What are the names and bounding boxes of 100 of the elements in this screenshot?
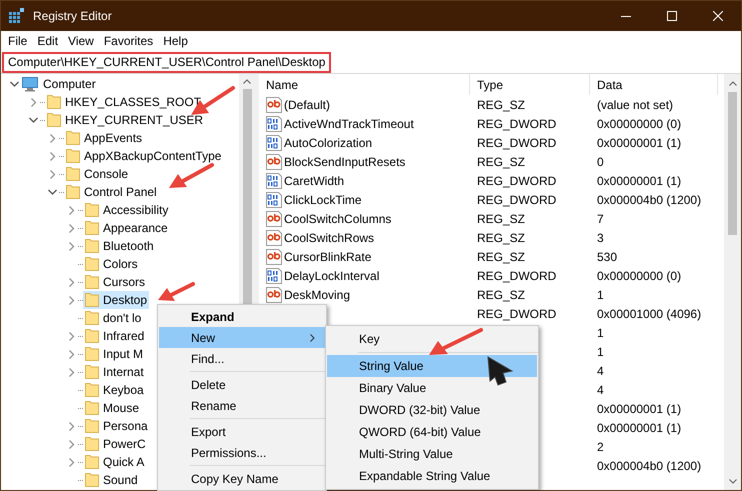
collapse-chevron-icon[interactable] — [28, 116, 38, 124]
menu-item[interactable]: Copy Key Name — [159, 468, 325, 489]
menu-item[interactable]: Expandable String Value — [327, 465, 537, 487]
value-name[interactable]: CoolSwitchColumns — [284, 210, 392, 228]
value-name[interactable]: BlockSendInputResets — [284, 152, 406, 170]
binary-value-icon — [266, 192, 282, 208]
value-name[interactable]: CursorBlinkRate — [284, 248, 372, 266]
tree-item[interactable]: Cursors — [83, 273, 148, 291]
menu-item[interactable]: Export — [159, 421, 325, 442]
menu-item[interactable]: Delete — [159, 374, 325, 395]
tree-item[interactable]: AppXBackupContentType — [64, 147, 224, 165]
menu-item[interactable]: Favorites — [98, 32, 158, 50]
tree-item[interactable]: Accessibility — [83, 201, 170, 219]
value-name[interactable]: DeskMoving — [284, 286, 350, 304]
menu-item[interactable]: Help — [158, 32, 193, 50]
value-name[interactable]: DelayLockInterval — [284, 266, 380, 284]
menu-item[interactable]: DWORD (32-bit) Value — [327, 399, 537, 421]
tree-item[interactable]: HKEY_CLASSES_ROOT — [45, 93, 204, 111]
tree-item[interactable]: PowerC — [83, 435, 148, 453]
collapse-chevron-icon[interactable] — [10, 80, 18, 88]
folder-icon — [46, 94, 62, 110]
menu-item[interactable]: Key — [327, 328, 537, 350]
value-data: 0x00000001 (1) — [597, 420, 682, 434]
scroll-up-icon[interactable] — [243, 79, 251, 84]
scrollbar[interactable] — [724, 74, 741, 490]
menu-item[interactable]: QWORD (64-bit) Value — [327, 421, 537, 443]
expand-chevron-icon[interactable] — [48, 170, 56, 178]
binary-value-icon — [266, 172, 282, 188]
tree-item[interactable]: don't lo — [83, 309, 144, 327]
menu-item[interactable]: Edit — [32, 32, 64, 50]
expand-chevron-icon[interactable] — [66, 440, 76, 448]
scroll-up-icon[interactable] — [728, 81, 736, 86]
tree-item[interactable]: Quick A — [83, 453, 146, 471]
folder-icon — [84, 202, 100, 218]
expand-chevron-icon[interactable] — [66, 332, 76, 340]
expand-chevron-icon[interactable] — [66, 296, 76, 304]
tree-item[interactable]: AppEvents — [64, 129, 144, 147]
tree-item[interactable]: Colors — [83, 255, 140, 273]
tree-item[interactable]: Control Panel — [64, 183, 159, 201]
value-name[interactable]: CaretWidth — [284, 172, 344, 190]
menu-item[interactable]: Permissions... — [159, 442, 325, 463]
tree-item[interactable]: Appearance — [83, 219, 170, 237]
tree-item[interactable]: Bluetooth — [83, 237, 156, 255]
address-bar[interactable]: Computer\HKEY_CURRENT_USER\Control Panel\Desktop — [2, 52, 332, 72]
tree-item[interactable]: Sound — [83, 471, 140, 489]
folder-icon — [84, 292, 100, 308]
value-type: REG_SZ — [477, 230, 526, 244]
menu-item[interactable]: File — [3, 32, 32, 50]
binary-value-icon — [266, 134, 282, 150]
folder-icon — [84, 400, 100, 416]
menu-item[interactable]: String Value — [327, 355, 537, 377]
string-value-icon — [266, 96, 282, 112]
value-type: REG_SZ — [477, 288, 526, 302]
tree-item[interactable]: Infrared — [83, 327, 146, 345]
scroll-down-icon[interactable] — [728, 479, 736, 484]
tree-item[interactable]: HKEY_CURRENT_USER — [45, 111, 206, 129]
expand-chevron-icon[interactable] — [66, 422, 76, 430]
expand-chevron-icon[interactable] — [48, 134, 56, 142]
folder-icon — [84, 220, 100, 236]
menu-item[interactable]: Find... — [159, 348, 325, 369]
column-header[interactable]: Name — [259, 74, 470, 95]
tree-item[interactable]: Internat — [83, 363, 146, 381]
expand-chevron-icon[interactable] — [66, 278, 76, 286]
menu-item[interactable]: Binary Value — [327, 377, 537, 399]
menu-item[interactable]: View — [63, 32, 99, 50]
expand-chevron-icon[interactable] — [66, 242, 76, 250]
computer-icon — [22, 76, 38, 92]
value-type: REG_DWORD — [477, 306, 556, 320]
menu-item[interactable]: Expand — [159, 306, 325, 327]
tree-item[interactable]: Desktop — [83, 291, 150, 309]
expand-chevron-icon[interactable] — [66, 206, 76, 214]
value-name[interactable]: CoolSwitchRows — [284, 228, 374, 246]
window-title: Registry Editor — [33, 8, 112, 25]
column-header[interactable]: Type — [470, 74, 590, 95]
expand-chevron-icon[interactable] — [66, 350, 76, 358]
folder-icon — [84, 436, 100, 452]
expand-chevron-icon[interactable] — [66, 458, 76, 466]
expand-chevron-icon[interactable] — [28, 98, 38, 106]
tree-item[interactable]: Mouse — [83, 399, 142, 417]
value-name[interactable]: ActiveWndTrackTimeout — [284, 114, 414, 132]
menu-item[interactable]: Multi-String Value — [327, 443, 537, 465]
tree-item[interactable]: Keyboa — [83, 381, 146, 399]
expand-chevron-icon[interactable] — [66, 224, 76, 232]
tree-item[interactable]: Persona — [83, 417, 150, 435]
scrollbar-thumb[interactable] — [728, 92, 737, 235]
column-header[interactable]: Data — [590, 74, 718, 95]
expand-chevron-icon[interactable] — [66, 368, 76, 376]
menu-item[interactable]: New — [159, 327, 325, 348]
value-name[interactable]: (Default) — [284, 96, 330, 114]
menu-item[interactable]: Rename — [159, 395, 325, 416]
value-data: 0x00000001 (1) — [597, 402, 682, 416]
value-name[interactable]: AutoColorization — [284, 134, 372, 152]
tree-item[interactable]: Input M — [83, 345, 146, 363]
tree-item[interactable]: Console — [64, 165, 130, 183]
tree-item[interactable]: Computer — [21, 75, 98, 93]
value-name[interactable]: ClickLockTime — [284, 190, 362, 208]
collapse-chevron-icon[interactable] — [48, 188, 56, 196]
folder-icon — [84, 346, 100, 362]
string-value-icon — [266, 210, 282, 226]
expand-chevron-icon[interactable] — [48, 152, 56, 160]
